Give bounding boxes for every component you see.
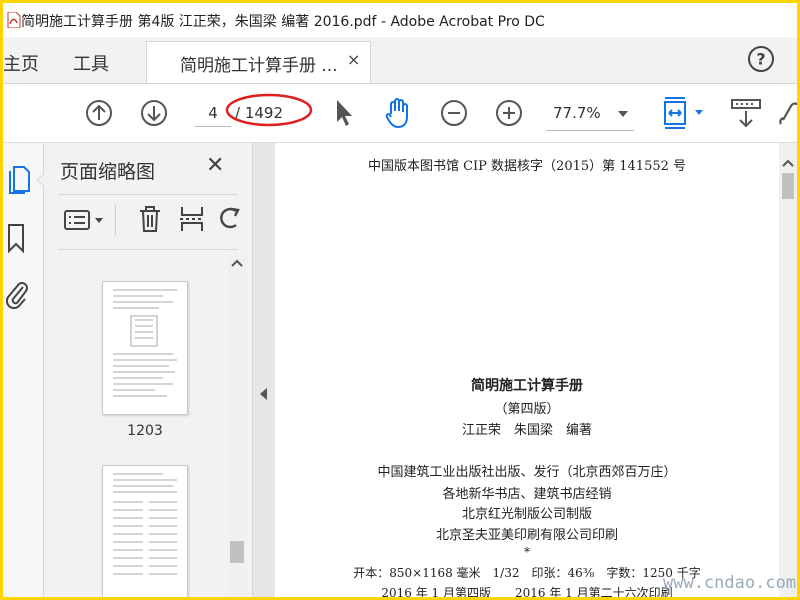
pdf-page: 中国版本图书馆 CIP 数据核字（2015）第 141552 号 简明施工计算手… <box>275 143 779 597</box>
document-scroll-thumb[interactable] <box>782 173 794 199</box>
toolbar-separator <box>115 205 116 235</box>
next-page-icon[interactable] <box>139 98 169 128</box>
page-thumbnail[interactable] <box>102 281 188 415</box>
panel-divider <box>58 194 238 195</box>
red-ellipse-annotation <box>225 93 313 127</box>
window-title: 简明施工计算手册 第4版 江正荣，朱国梁 编著 2016.pdf - Adobe… <box>21 14 545 30</box>
menu-tools[interactable]: 工具 <box>73 50 109 76</box>
page-thumbnail[interactable] <box>102 465 188 597</box>
extract-pages-icon[interactable] <box>179 205 205 233</box>
menu-bar: 主页 工具 简明施工计算手册 ... × ? <box>3 37 797 84</box>
document-view: 中国版本图书馆 CIP 数据核字（2015）第 141552 号 简明施工计算手… <box>275 143 797 597</box>
delete-page-icon[interactable] <box>138 205 162 233</box>
book-title: 简明施工计算手册 <box>471 378 583 394</box>
previous-page-icon[interactable] <box>84 98 114 128</box>
zoom-dropdown[interactable]: 77.7% <box>546 98 634 131</box>
document-tab-label: 简明施工计算手册 ... <box>180 56 338 76</box>
publisher-line: 中国建筑工业出版社出版、发行（北京西郊百万庄） <box>377 465 677 480</box>
menu-home[interactable]: 主页 <box>3 50 39 76</box>
thumbnail-scroll-thumb[interactable] <box>230 541 244 563</box>
book-authors: 江正荣 朱国梁 编著 <box>461 423 592 438</box>
watermark: www.cndao.com <box>663 573 797 593</box>
attachment-icon[interactable] <box>5 279 29 309</box>
select-tool-icon[interactable] <box>333 98 357 130</box>
printer-line: 北京圣夫亚美印刷有限公司印刷 <box>435 528 618 543</box>
thumbnail-list: 1203 <box>58 255 228 597</box>
rotate-page-icon[interactable] <box>218 205 242 233</box>
thumbnail-options-icon[interactable] <box>64 209 106 231</box>
zoom-out-icon[interactable] <box>439 98 469 128</box>
link-icon[interactable] <box>779 100 797 128</box>
bookmark-icon[interactable] <box>7 223 25 253</box>
title-bar: 简明施工计算手册 第4版 江正荣，朱国梁 编著 2016.pdf - Adobe… <box>3 3 797 37</box>
plate-maker-line: 北京红光制版公司制版 <box>461 507 592 522</box>
pdf-file-icon <box>7 12 21 28</box>
zoom-value: 77.7% <box>553 104 601 122</box>
app-window: 简明施工计算手册 第4版 江正荣，朱国梁 编著 2016.pdf - Adobe… <box>3 3 797 597</box>
thumbnail-preview-image <box>113 289 177 397</box>
separator-star: * <box>524 545 530 559</box>
thumbnail-page-label: 1203 <box>127 423 163 439</box>
panel-title: 页面缩略图 <box>60 161 156 183</box>
document-tab[interactable]: 简明施工计算手册 ... × <box>146 41 371 83</box>
cip-line: 中国版本图书馆 CIP 数据核字（2015）第 141552 号 <box>367 159 687 174</box>
book-edition: （第四版） <box>494 402 560 417</box>
tab-close-button[interactable]: × <box>347 50 360 69</box>
hand-tool-icon[interactable] <box>383 96 415 130</box>
help-icon[interactable]: ? <box>747 45 775 73</box>
thumbnail-preview-image <box>113 473 177 575</box>
thumbnail-panel: 页面缩略图 ✕ 1203 <box>44 143 253 597</box>
scroll-up-icon[interactable] <box>782 159 794 167</box>
panel-divider <box>58 249 238 250</box>
scroll-up-icon[interactable] <box>231 259 243 267</box>
chevron-down-icon <box>618 111 628 117</box>
left-navigation-rail <box>3 143 45 597</box>
panel-close-button[interactable]: ✕ <box>206 153 224 178</box>
panel-collapse-handle[interactable] <box>253 143 275 597</box>
collapse-arrow-icon <box>260 388 267 400</box>
fit-page-icon[interactable] <box>663 96 707 132</box>
distributor-line: 各地新华书店、建筑书店经销 <box>442 487 612 502</box>
document-scrollbar[interactable] <box>779 143 797 597</box>
zoom-in-icon[interactable] <box>494 98 524 128</box>
toolbar: / 1492 77.7% <box>3 84 797 143</box>
scroll-mode-icon[interactable] <box>730 98 762 130</box>
page-thumbnails-icon[interactable] <box>7 165 31 195</box>
thumbnail-scrollbar[interactable] <box>228 255 246 597</box>
svg-text:?: ? <box>756 50 765 69</box>
